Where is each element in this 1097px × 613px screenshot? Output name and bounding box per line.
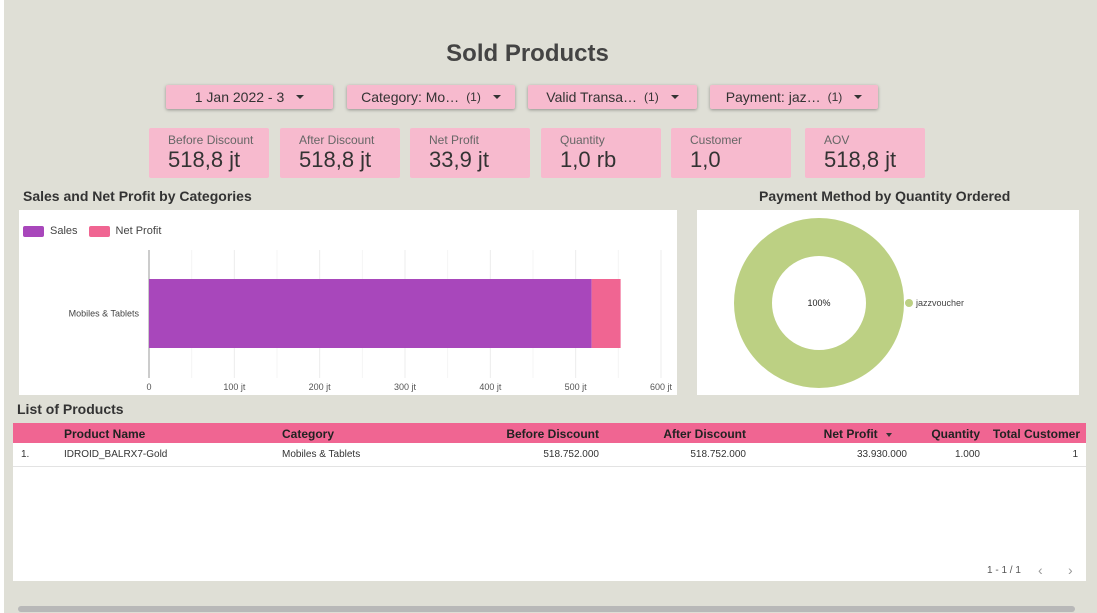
bar-sales [149,279,592,348]
column-header-after-discount[interactable]: After Discount [663,427,746,441]
x-tick-label: 600 jt [650,382,673,392]
date-range-label: 1 Jan 2022 - 3 [194,89,285,105]
column-header-product-name[interactable]: Product Name [64,427,145,441]
page-title: Sold Products [446,40,609,67]
kpi-value: 518,8 jt [168,147,241,172]
scrollbar-thumb[interactable] [18,606,1075,612]
table-header: Product Name Category Before Discount Af… [13,423,1086,443]
x-tick-label: 100 jt [223,382,246,392]
legend-label: jazzvoucher [915,298,964,308]
kpi-value: 518,8 jt [299,147,372,172]
chevron-down-icon [854,95,863,99]
donut-center-label: 100% [807,298,830,308]
payment-filter[interactable]: Payment: jaz… (1) [710,85,878,109]
donut-chart: 100% jazzvoucher [734,218,964,388]
kpi-quantity: Quantity 1,0 rb [541,128,661,178]
row-index: 1. [21,449,30,460]
prev-page-icon[interactable]: ‹ [1038,562,1043,578]
dashboard-canvas: Sold Products 1 Jan 2022 - 3 Category: M… [4,0,1097,613]
category-label: Mobiles & Tablets [69,309,140,319]
valid-transaction-filter[interactable]: Valid Transa… (1) [528,85,697,109]
x-tick-label: 500 jt [565,382,588,392]
valid-transaction-filter-count: (1) [644,90,659,104]
bar-chart-title: Sales and Net Profit by Categories [23,188,252,204]
cell-quantity: 1.000 [954,449,980,460]
kpi-label: Before Discount [168,133,254,147]
x-tick-label: 0 [146,382,151,392]
cell-total-customer: 1 [1072,449,1078,460]
valid-transaction-filter-label: Valid Transa… [546,89,638,105]
kpi-value: 518,8 jt [824,147,897,172]
x-tick-label: 300 jt [394,382,417,392]
category-filter-label: Category: Mo… [361,89,460,105]
kpi-label: After Discount [299,133,375,147]
bar-chart: 0 100 jt 200 jt 300 jt 400 jt 500 jt 600 jt Mob… [69,250,673,392]
sort-desc-icon [886,432,892,437]
pie-chart-panel: 100% jazzvoucher [697,210,1079,395]
bar-net-profit [591,279,621,348]
kpi-aov: AOV 518,8 jt [805,128,925,178]
cell-category: Mobiles & Tablets [282,449,361,460]
chevron-down-icon [296,95,305,99]
date-range-filter[interactable]: 1 Jan 2022 - 3 [166,85,333,109]
category-filter-count: (1) [466,90,481,104]
table-title: List of Products [17,401,124,417]
cell-before-discount: 518.752.000 [543,449,599,460]
horizontal-scrollbar[interactable] [18,604,1076,613]
table-row[interactable]: 1. IDROID_BALRX7-Gold Mobiles & Tablets … [13,443,1086,467]
next-page-icon[interactable]: › [1068,562,1073,578]
products-table: Product Name Category Before Discount Af… [13,423,1086,581]
column-header-total-customer[interactable]: Total Customer [993,427,1080,441]
cell-net-profit: 33.930.000 [856,449,907,460]
pagination-label: 1 - 1 / 1 [987,565,1021,576]
kpi-label: AOV [824,133,850,147]
legend-dot [905,299,913,307]
x-tick-label: 200 jt [309,382,332,392]
payment-filter-label: Payment: jaz… [725,89,821,105]
category-filter[interactable]: Category: Mo… (1) [347,85,515,109]
kpi-customer: Customer 1,0 [671,128,791,178]
kpi-before-discount: Before Discount 518,8 jt [149,128,269,178]
column-header-category[interactable]: Category [282,427,334,441]
column-header-net-profit[interactable]: Net Profit [824,427,892,441]
kpi-label: Customer [690,133,743,147]
column-header-quantity[interactable]: Quantity [931,427,980,441]
cell-after-discount: 518.752.000 [690,449,746,460]
kpi-net-profit: Net Profit 33,9 jt [410,128,530,178]
payment-filter-count: (1) [827,90,843,104]
kpi-after-discount: After Discount 518,8 jt [280,128,400,178]
column-header-before-discount[interactable]: Before Discount [506,427,599,441]
pie-chart-title: Payment Method by Quantity Ordered [759,188,1011,204]
chevron-down-icon [492,95,501,99]
x-tick-label: 400 jt [479,382,502,392]
bar-chart-panel: Sales Net Profit 0 100 jt 200 jt 300 jt 400 … [19,210,677,395]
kpi-value: 1,0 rb [560,147,617,172]
kpi-label: Net Profit [429,133,480,147]
kpi-value: 33,9 jt [429,147,489,172]
chevron-down-icon [670,95,679,99]
kpi-label: Quantity [560,133,605,147]
cell-product-name: IDROID_BALRX7-Gold [64,449,168,460]
kpi-value: 1,0 [690,147,721,172]
net-profit-header-label: Net Profit [823,427,878,441]
